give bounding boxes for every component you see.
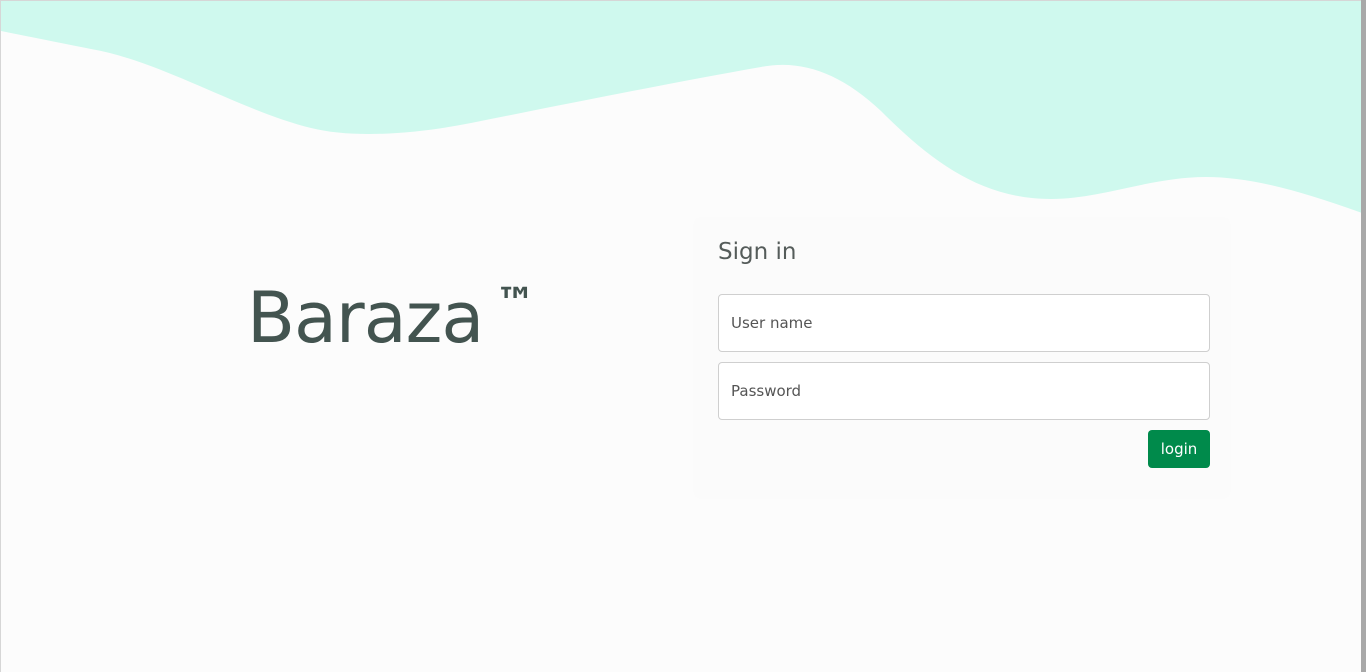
scrollbar-thumb[interactable] — [1361, 0, 1366, 672]
vertical-scrollbar[interactable] — [1361, 0, 1366, 672]
header-wave-decoration — [1, 1, 1361, 213]
brand-logo: Baraza ™ — [247, 263, 535, 359]
page-viewport: Baraza™ Sign in login — [0, 0, 1361, 672]
username-input[interactable] — [718, 294, 1210, 352]
brand-name: Baraza — [247, 277, 484, 359]
password-input[interactable] — [718, 362, 1210, 420]
login-button[interactable]: login — [1148, 430, 1210, 468]
signin-card: Sign in login — [693, 217, 1231, 499]
trademark-symbol: ™ — [495, 280, 535, 326]
signin-title: Sign in — [718, 239, 797, 265]
